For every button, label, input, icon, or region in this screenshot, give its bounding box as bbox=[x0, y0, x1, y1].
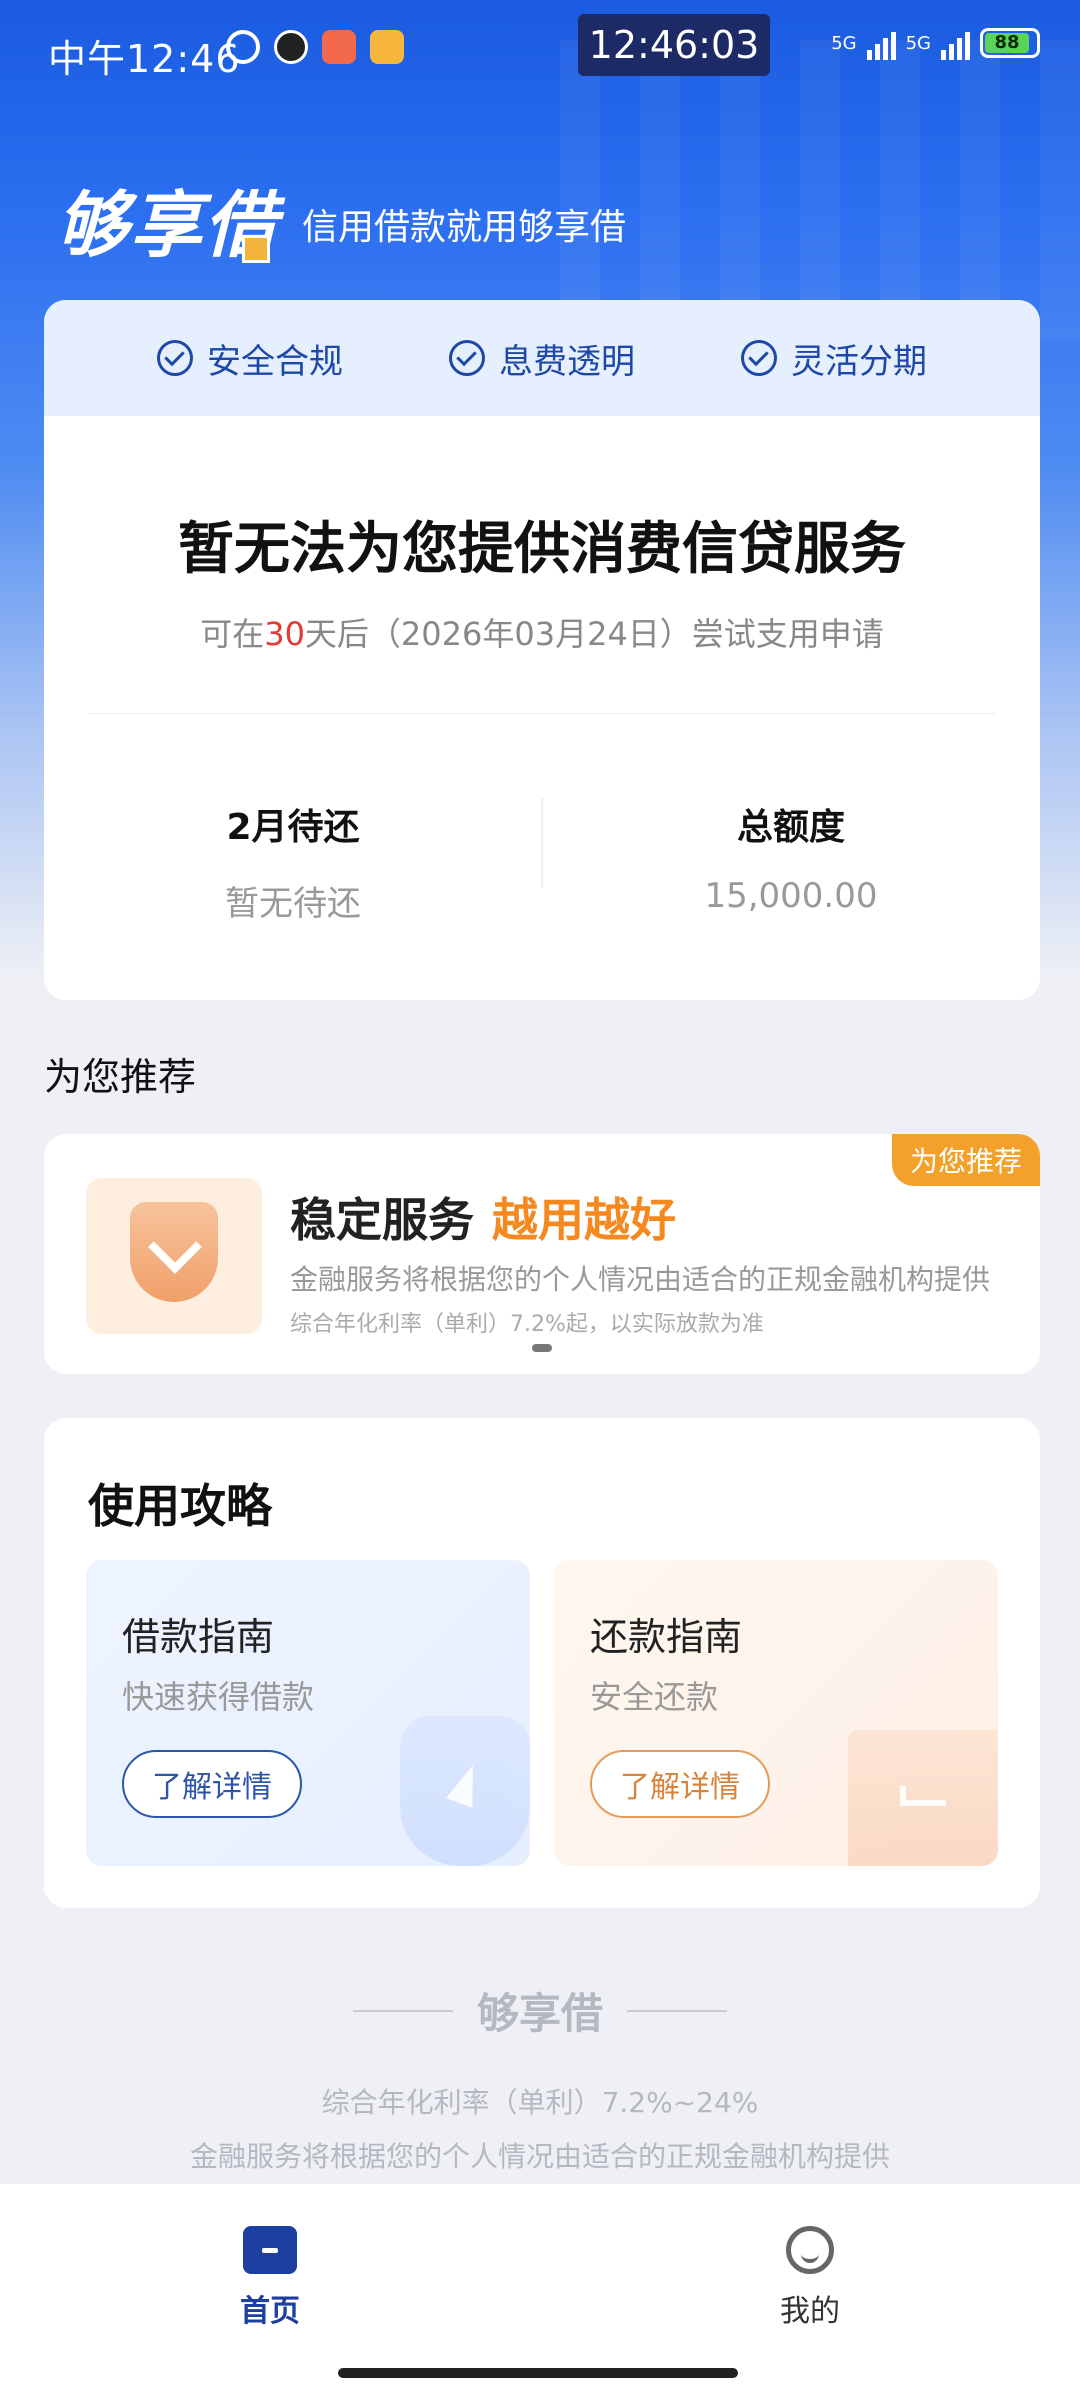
profile-icon bbox=[786, 2226, 834, 2274]
check-circle-icon bbox=[157, 340, 193, 376]
status-system-icons: 5G 5G 88 bbox=[831, 26, 1040, 60]
status-subtitle-days: 30 bbox=[264, 615, 305, 653]
guide-item-title: 借款指南 bbox=[122, 1615, 275, 1659]
repay-guide[interactable]: 还款指南 安全还款 了解详情 bbox=[554, 1560, 998, 1866]
guide-item-subtitle: 安全还款 bbox=[590, 1678, 719, 1716]
divider bbox=[627, 2009, 727, 2012]
repayment-due-stat[interactable]: 2月待还 暂无待还 bbox=[44, 798, 542, 925]
status-time: 中午12:46 bbox=[48, 37, 241, 81]
divider bbox=[88, 713, 996, 714]
status-subtitle-prefix: 可在 bbox=[200, 615, 265, 653]
footer-disclaimer-text: 金融服务将根据您的个人情况由适合的正规金融机构提供 bbox=[189, 2140, 890, 2173]
recommend-heading-text: 稳定服务 bbox=[290, 1193, 474, 1247]
check-circle-icon bbox=[741, 340, 777, 376]
feature-item: 息费透明 bbox=[449, 334, 635, 383]
feature-label: 灵活分期 bbox=[791, 341, 927, 382]
divider bbox=[352, 2009, 453, 2012]
borrow-guide[interactable]: 借款指南 快速获得借款 了解详情 bbox=[86, 1560, 530, 1866]
wallet-icon bbox=[848, 1730, 998, 1866]
home-icon bbox=[243, 2226, 297, 2274]
footer-brand-name: 够享借 bbox=[476, 1989, 603, 2038]
app-notification-icon bbox=[322, 30, 356, 64]
stat-value: 15,000.00 bbox=[704, 876, 878, 916]
total-limit-stat[interactable]: 总额度 15,000.00 bbox=[542, 798, 1040, 925]
footer-disclaimer: 够享借 综合年化利率（单利）7.2%~24% 金融服务将根据您的个人情况由适合的… bbox=[0, 1980, 1080, 2175]
recommend-heading-accent: 越用越好 bbox=[492, 1193, 676, 1247]
stat-label: 2月待还 bbox=[226, 807, 360, 848]
status-notification-icons bbox=[226, 30, 404, 64]
network-type-label: 5G bbox=[905, 32, 931, 54]
app-logo: 够享借 bbox=[56, 166, 278, 271]
logo-badge-icon bbox=[242, 235, 271, 263]
screen-record-time: 12:46:03 bbox=[578, 14, 770, 76]
feature-label: 息费透明 bbox=[499, 341, 635, 382]
guide-title: 使用攻略 bbox=[88, 1479, 272, 1533]
nav-tab-label: 我的 bbox=[780, 2294, 840, 2329]
footer-rate-text: 综合年化利率（单利）7.2%~24% bbox=[321, 2086, 759, 2119]
borrow-guide-details-button[interactable]: 了解详情 bbox=[122, 1750, 302, 1818]
recommend-thumbnail bbox=[86, 1178, 262, 1334]
shield-lightning-icon bbox=[400, 1716, 530, 1866]
recommend-rate-note: 综合年化利率（单利）7.2%起，以实际放款为准 bbox=[290, 1312, 764, 1337]
credit-status-card: 安全合规 息费透明 灵活分期 暂无法为您提供消费信贷服务 可在30天后（2026… bbox=[44, 300, 1040, 1000]
check-circle-icon bbox=[449, 340, 485, 376]
alarm-icon bbox=[226, 30, 260, 64]
recommend-description: 金融服务将根据您的个人情况由适合的正规金融机构提供 bbox=[290, 1263, 991, 1296]
app-header: 够享借 信用借款就用够享借 bbox=[56, 166, 626, 271]
home-indicator[interactable] bbox=[338, 2368, 738, 2378]
carousel-indicator bbox=[532, 1344, 552, 1352]
divider bbox=[541, 798, 543, 888]
repay-guide-details-button[interactable]: 了解详情 bbox=[590, 1750, 770, 1818]
guide-item-subtitle: 快速获得借款 bbox=[122, 1678, 315, 1716]
battery-level: 88 bbox=[985, 33, 1029, 53]
stat-value: 暂无待还 bbox=[225, 884, 361, 924]
signal-icon bbox=[941, 26, 970, 60]
app-slogan: 信用借款就用够享借 bbox=[302, 206, 627, 248]
nav-tab-label: 首页 bbox=[240, 2294, 300, 2329]
recommend-section-title: 为您推荐 bbox=[44, 1055, 197, 1099]
usage-guide-card: 使用攻略 借款指南 快速获得借款 了解详情 还款指南 安全还款 了解详情 bbox=[44, 1418, 1040, 1908]
status-subtitle-suffix: 天后（2026年03月24日）尝试支用申请 bbox=[304, 615, 884, 653]
footer-brand: 够享借 bbox=[352, 1980, 727, 2041]
recommend-badge: 为您推荐 bbox=[891, 1134, 1040, 1186]
stat-label: 总额度 bbox=[736, 807, 845, 848]
network-type-label: 5G bbox=[831, 32, 857, 54]
shield-check-icon bbox=[130, 1202, 218, 1302]
stats-row: 2月待还 暂无待还 总额度 15,000.00 bbox=[44, 798, 1040, 925]
feature-item: 灵活分期 bbox=[741, 334, 927, 383]
signal-icon bbox=[866, 26, 896, 60]
feature-strip: 安全合规 息费透明 灵活分期 bbox=[44, 300, 1040, 416]
app-notification-icon bbox=[274, 30, 308, 64]
app-notification-icon bbox=[370, 30, 404, 64]
feature-label: 安全合规 bbox=[207, 341, 343, 382]
status-subtitle: 可在30天后（2026年03月24日）尝试支用申请 bbox=[44, 609, 1040, 655]
status-title: 暂无法为您提供消费信贷服务 bbox=[178, 517, 906, 582]
recommend-heading: 稳定服务 越用越好 bbox=[290, 1184, 676, 1250]
battery-icon: 88 bbox=[980, 28, 1040, 58]
status-bar: 中午12:46 12:46:03 5G 5G 88 bbox=[0, 0, 1080, 100]
guide-item-title: 还款指南 bbox=[590, 1615, 743, 1659]
feature-item: 安全合规 bbox=[157, 334, 343, 383]
recommend-card[interactable]: 为您推荐 稳定服务 越用越好 金融服务将根据您的个人情况由适合的正规金融机构提供 … bbox=[44, 1134, 1040, 1374]
